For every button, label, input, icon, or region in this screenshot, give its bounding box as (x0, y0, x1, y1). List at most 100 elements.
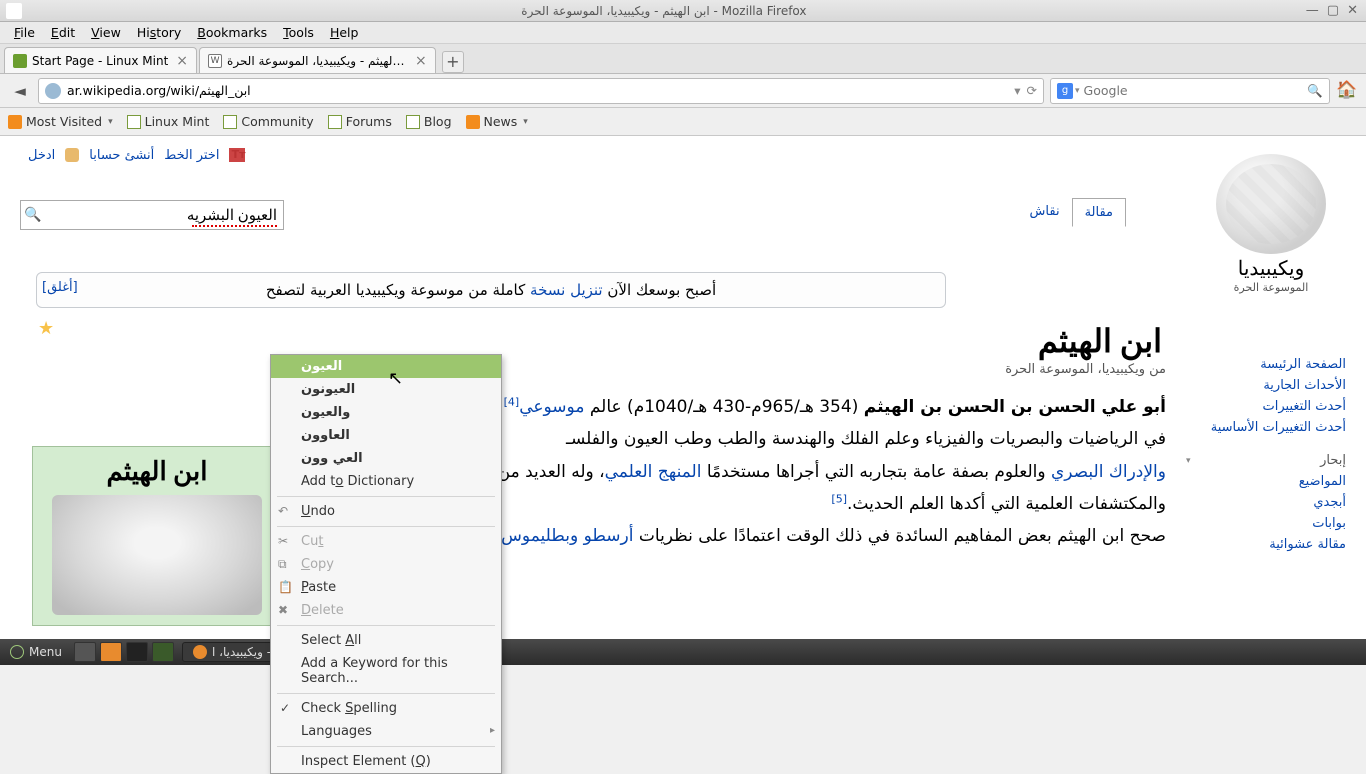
nav-current[interactable]: الأحداث الجارية (1186, 375, 1346, 396)
nav-main[interactable]: الصفحة الرئيسة (1186, 354, 1346, 375)
wikipedia-globe-icon (1216, 154, 1326, 254)
menu-edit[interactable]: Edit (43, 23, 83, 42)
spell-suggestion[interactable]: العاوون (271, 424, 501, 447)
system-menu-button[interactable]: Menu (0, 645, 72, 659)
font-picker-icon[interactable]: Tт (229, 148, 245, 162)
bookmark-forums[interactable]: Forums (328, 114, 392, 129)
spell-suggestion[interactable]: العي وون (271, 447, 501, 470)
mint-icon (328, 115, 342, 129)
menu-separator (277, 496, 495, 497)
copy-item: ⧉Copy (271, 553, 501, 576)
banner-link[interactable]: تنزيل نسخة (530, 281, 603, 299)
font-label[interactable]: اختر الخط (164, 148, 219, 163)
create-account-link[interactable]: أنشئ حسابا (89, 148, 154, 163)
menu-history[interactable]: History (129, 23, 189, 42)
add-to-dictionary[interactable]: Add to Dictionary (271, 470, 501, 493)
menu-tools[interactable]: Tools (275, 23, 322, 42)
url-input[interactable] (67, 83, 1014, 98)
browser-tabs: Start Page - Linux Mint × W ابن الهيثم -… (0, 44, 1366, 74)
menu-help[interactable]: Help (322, 23, 367, 42)
mint-favicon-icon (13, 54, 27, 68)
tab-article[interactable]: مقالة (1072, 198, 1126, 227)
nav-portals[interactable]: بوابات (1186, 513, 1346, 534)
spell-suggestion[interactable]: والعيون (271, 401, 501, 424)
search-engine-dropdown-icon[interactable]: ▾ (1075, 86, 1080, 96)
globe-icon (45, 83, 61, 99)
wiki-tagline: الموسوعة الحرة (1196, 281, 1346, 294)
login-link[interactable]: ادخل (28, 148, 55, 163)
mint-icon (406, 115, 420, 129)
files-launcher-icon[interactable] (152, 642, 174, 662)
minimize-button[interactable]: — (1306, 3, 1319, 18)
wiki-search-box[interactable]: 🔍 (20, 200, 284, 230)
search-go-icon[interactable]: 🔍 (1307, 83, 1323, 99)
nav-recent-core[interactable]: أحدث التغييرات الأساسية (1186, 417, 1346, 438)
add-keyword-item[interactable]: Add a Keyword for this Search... (271, 652, 501, 690)
wiki-search-input[interactable] (45, 207, 283, 224)
banner-close-link[interactable]: [أغلق] (42, 280, 78, 295)
search-input[interactable] (1084, 83, 1308, 98)
undo-icon: ↶ (278, 504, 293, 519)
bookmark-blog[interactable]: Blog (406, 114, 452, 129)
nav-topics[interactable]: المواضيع (1186, 471, 1346, 492)
infobox-title: ابن الهيثم (43, 457, 271, 487)
tab-wikipedia[interactable]: W ابن الهيثم - ويكيبيديا، الموسوعة الحرة… (199, 47, 436, 73)
address-bar[interactable]: ▾ ⟳ (38, 78, 1044, 104)
search-bar[interactable]: g ▾ 🔍 (1050, 78, 1330, 104)
infobox: ابن الهيثم (32, 446, 282, 626)
spell-suggestion[interactable]: العيون (271, 355, 501, 378)
cut-item: ✂Cut (271, 530, 501, 553)
home-button[interactable]: 🏠 (1336, 80, 1358, 102)
nav-section-navigate[interactable]: إبحار▾ (1186, 450, 1346, 471)
wikilink[interactable]: والإدراك البصري (1051, 462, 1166, 482)
tab-close-icon[interactable]: × (176, 53, 188, 69)
back-button[interactable]: ◄ (8, 79, 32, 103)
nav-random[interactable]: مقالة عشوائية (1186, 534, 1346, 555)
new-tab-button[interactable]: + (442, 51, 464, 73)
menu-separator (277, 746, 495, 747)
undo-item[interactable]: ↶Undo (271, 500, 501, 523)
close-window-button[interactable]: ✕ (1347, 3, 1358, 18)
article-title: ابن الهيثم (20, 322, 1166, 360)
wikipedia-favicon-icon: W (208, 54, 222, 68)
delete-item: ✖Delete (271, 599, 501, 622)
nav-recent[interactable]: أحدث التغييرات (1186, 396, 1346, 417)
search-icon[interactable]: 🔍 (21, 207, 45, 223)
window-controls: — ▢ ✕ (1306, 3, 1358, 18)
bookmark-linux-mint[interactable]: Linux Mint (127, 114, 210, 129)
spell-suggestion[interactable]: العيونون (271, 378, 501, 401)
terminal-launcher-icon[interactable] (126, 642, 148, 662)
tab-talk[interactable]: نقاش (1018, 198, 1072, 227)
menu-separator (277, 526, 495, 527)
check-icon: ✓ (280, 701, 290, 715)
bookmark-community[interactable]: Community (223, 114, 313, 129)
select-all-item[interactable]: Select All (271, 629, 501, 652)
spellcheck-context-menu: العيون العيونون والعيون العاوون العي وون… (270, 354, 502, 774)
check-spelling-item[interactable]: ✓Check Spelling (271, 697, 501, 720)
wikilink[interactable]: موسوعي (519, 397, 584, 417)
paste-item[interactable]: 📋Paste (271, 576, 501, 599)
menu-view[interactable]: View (83, 23, 129, 42)
tab-start-page[interactable]: Start Page - Linux Mint × (4, 47, 197, 73)
bookmark-news[interactable]: News▾ (466, 114, 528, 129)
wikilink[interactable]: المنهج العلمي (605, 462, 702, 482)
window-titlebar: ابن الهيثم - ويكيبيديا، الموسوعة الحرة -… (0, 0, 1366, 22)
reader-mode-icon[interactable]: ▾ (1014, 83, 1020, 98)
bookmark-most-visited[interactable]: Most Visited▾ (8, 114, 113, 129)
menu-separator (277, 625, 495, 626)
inspect-element-item[interactable]: Inspect Element (Q) (271, 750, 501, 773)
show-desktop-button[interactable] (74, 642, 96, 662)
wiki-logo[interactable]: ويكيبيديا الموسوعة الحرة (1196, 154, 1346, 294)
menu-file[interactable]: File (6, 23, 43, 42)
wiki-name: ويكيبيديا (1196, 256, 1346, 281)
wiki-user-links: Tт اختر الخط أنشئ حسابا ادخل (28, 148, 245, 163)
firefox-task-icon (193, 645, 207, 659)
reload-icon[interactable]: ⟳ (1027, 83, 1037, 98)
menu-bookmarks[interactable]: Bookmarks (189, 23, 275, 42)
nav-abc[interactable]: أبجدي (1186, 492, 1346, 513)
infobox-portrait-image (52, 495, 262, 615)
tab-close-icon[interactable]: × (415, 53, 427, 69)
firefox-launcher-icon[interactable] (100, 642, 122, 662)
maximize-button[interactable]: ▢ (1327, 3, 1339, 18)
languages-item[interactable]: Languages▸ (271, 720, 501, 743)
